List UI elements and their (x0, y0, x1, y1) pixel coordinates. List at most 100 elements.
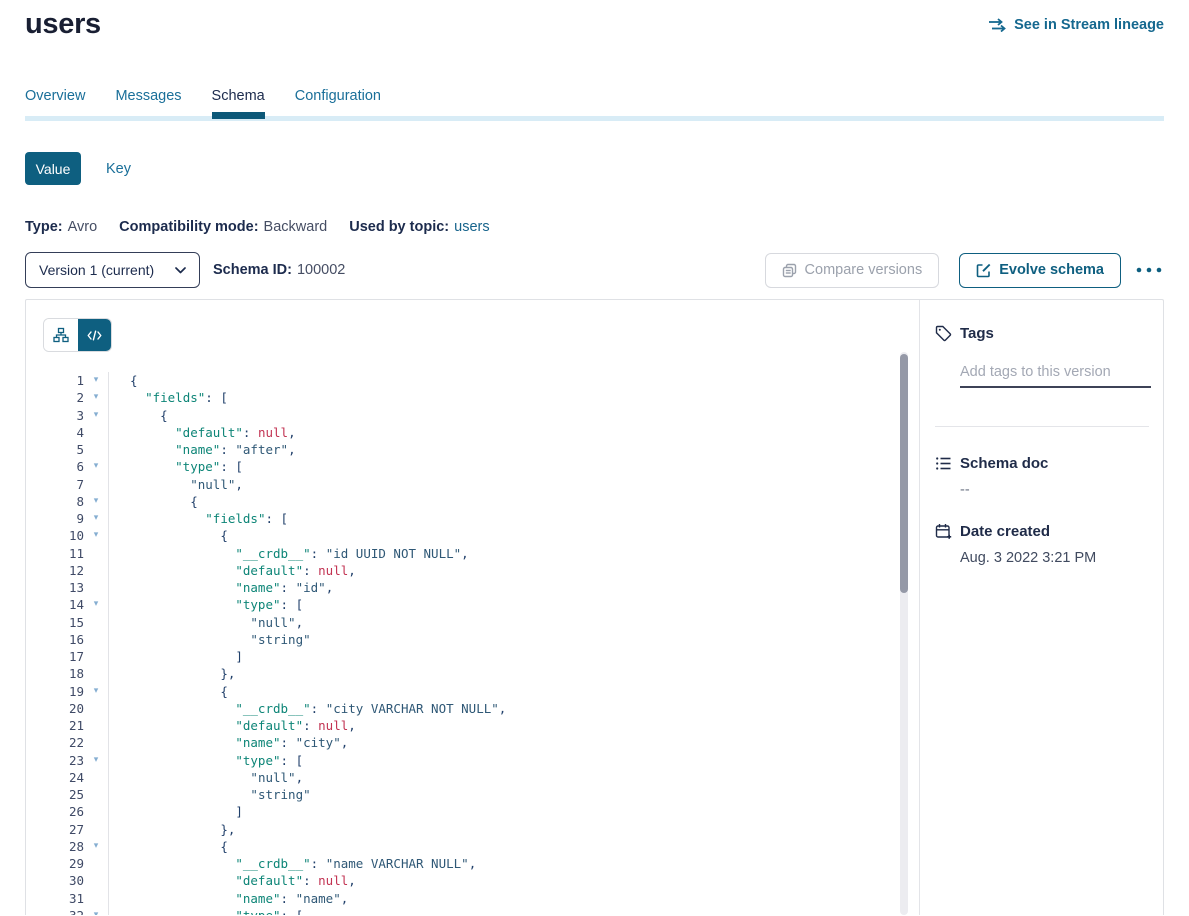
fold-toggle-icon[interactable]: ▾ (84, 458, 108, 475)
type-label: Type: (25, 219, 63, 235)
code-text: "name": "name", (108, 890, 919, 907)
ellipsis-icon (1136, 267, 1162, 273)
code-scrollbar[interactable] (900, 352, 908, 915)
line-number: 31 (44, 890, 84, 907)
code-text: { (108, 372, 919, 389)
code-text: "type": [ (108, 458, 919, 475)
key-toggle-button[interactable]: Key (106, 161, 131, 177)
fold-toggle-icon[interactable]: ▾ (84, 907, 108, 915)
fold-spacer (84, 700, 108, 717)
line-number: 25 (44, 786, 84, 803)
see-in-stream-lineage-link[interactable]: See in Stream lineage (988, 17, 1164, 33)
version-select[interactable]: Version 1 (current) (25, 252, 200, 288)
evolve-schema-button[interactable]: Evolve schema (959, 253, 1121, 288)
fold-spacer (84, 648, 108, 665)
page-header: users See in Stream lineage (25, 8, 1164, 41)
version-select-value: Version 1 (current) (39, 262, 154, 278)
code-text: "default": null, (108, 872, 919, 889)
fold-spacer (84, 855, 108, 872)
line-number: 8 (44, 493, 84, 510)
code-scrollbar-thumb[interactable] (900, 354, 908, 593)
used-by-topic-label: Used by topic: (349, 219, 449, 235)
fold-toggle-icon[interactable]: ▾ (84, 683, 108, 700)
calendar-plus-icon (935, 523, 952, 540)
tree-view-toggle-button[interactable] (44, 319, 78, 351)
tab-configuration[interactable]: Configuration (295, 88, 381, 116)
code-line: 11 "__crdb__": "id UUID NOT NULL", (44, 545, 919, 562)
line-number: 13 (44, 579, 84, 596)
tree-view-icon (53, 327, 69, 343)
add-tags-input[interactable] (960, 362, 1151, 388)
tab-messages[interactable]: Messages (115, 88, 181, 116)
tab-overview[interactable]: Overview (25, 88, 85, 116)
value-toggle-button[interactable]: Value (25, 152, 81, 185)
compatibility-label: Compatibility mode: (119, 219, 258, 235)
fold-toggle-icon[interactable]: ▾ (84, 389, 108, 406)
topic-link[interactable]: users (454, 219, 489, 235)
fold-spacer (84, 614, 108, 631)
line-number: 14 (44, 596, 84, 613)
fold-spacer (84, 562, 108, 579)
more-options-button[interactable] (1134, 263, 1164, 277)
line-number: 24 (44, 769, 84, 786)
sidebar-divider (935, 426, 1149, 427)
fold-toggle-icon[interactable]: ▾ (84, 510, 108, 527)
tab-schema[interactable]: Schema (212, 88, 265, 116)
fold-toggle-icon[interactable]: ▾ (84, 838, 108, 855)
line-number: 15 (44, 614, 84, 631)
code-line: 13 "name": "id", (44, 579, 919, 596)
stream-lineage-icon (988, 18, 1007, 32)
evolve-schema-label: Evolve schema (999, 262, 1104, 278)
code-view-icon (87, 329, 102, 342)
code-line: 29 "__crdb__": "name VARCHAR NULL", (44, 855, 919, 872)
code-line: 3▾ { (44, 407, 919, 424)
code-text: { (108, 838, 919, 855)
date-created-title: Date created (960, 523, 1050, 540)
fold-toggle-icon[interactable]: ▾ (84, 752, 108, 769)
used-by-topic-meta: Used by topic: users (349, 219, 489, 235)
code-view-toggle-button[interactable] (78, 319, 112, 351)
fold-toggle-icon[interactable]: ▾ (84, 493, 108, 510)
line-number: 5 (44, 441, 84, 458)
fold-toggle-icon[interactable]: ▾ (84, 372, 108, 389)
line-number: 29 (44, 855, 84, 872)
line-number: 30 (44, 872, 84, 889)
schema-code-panel: 1▾{2▾ "fields": [3▾ {4 "default": null,5… (26, 300, 919, 915)
schema-part-toggle: Value Key (25, 152, 1164, 185)
type-meta: Type:Avro (25, 219, 97, 235)
code-line: 6▾ "type": [ (44, 458, 919, 475)
line-number: 28 (44, 838, 84, 855)
fold-toggle-icon[interactable]: ▾ (84, 407, 108, 424)
fold-toggle-icon[interactable]: ▾ (84, 527, 108, 544)
code-text: "default": null, (108, 562, 919, 579)
tags-title: Tags (960, 325, 994, 342)
code-text: { (108, 527, 919, 544)
version-bar: Version 1 (current) Schema ID:100002 Com… (25, 252, 1164, 288)
compatibility-value: Backward (264, 219, 328, 235)
chevron-down-icon (175, 267, 186, 274)
line-number: 11 (44, 545, 84, 562)
code-text: "__crdb__": "name VARCHAR NULL", (108, 855, 919, 872)
code-text: "null", (108, 769, 919, 786)
code-line: 32▾ "type": [ (44, 907, 919, 915)
code-line: 18 }, (44, 665, 919, 682)
line-number: 19 (44, 683, 84, 700)
fold-spacer (84, 734, 108, 751)
code-line: 9▾ "fields": [ (44, 510, 919, 527)
code-text: "type": [ (108, 596, 919, 613)
fold-spacer (84, 786, 108, 803)
schema-id-label: Schema ID: (213, 262, 292, 278)
line-number: 3 (44, 407, 84, 424)
date-created-value: Aug. 3 2022 3:21 PM (960, 550, 1149, 566)
code-text: "__crdb__": "id UUID NOT NULL", (108, 545, 919, 562)
schema-doc-section: Schema doc -- (935, 455, 1149, 498)
tab-underline-track (25, 116, 1164, 121)
compare-versions-button[interactable]: Compare versions (765, 253, 940, 288)
line-number: 18 (44, 665, 84, 682)
fold-toggle-icon[interactable]: ▾ (84, 596, 108, 613)
line-number: 12 (44, 562, 84, 579)
code-text: "type": [ (108, 752, 919, 769)
code-line: 19▾ { (44, 683, 919, 700)
code-lines: 1▾{2▾ "fields": [3▾ {4 "default": null,5… (44, 372, 919, 915)
compare-versions-label: Compare versions (805, 262, 923, 278)
